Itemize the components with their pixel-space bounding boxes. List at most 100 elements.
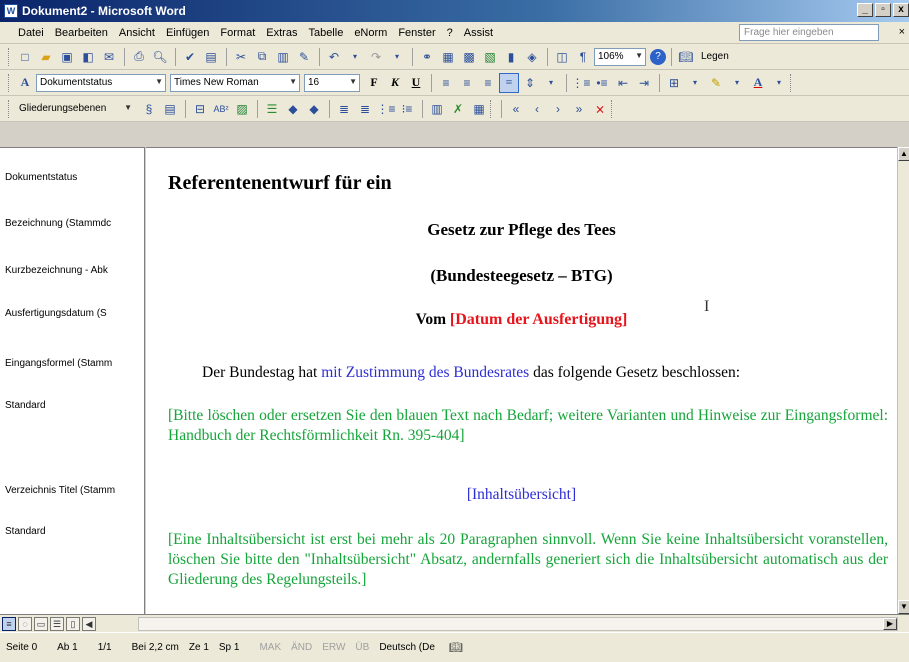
menu-fenster[interactable]: Fenster [398, 27, 435, 39]
heading-style-icon[interactable]: ☰ [262, 99, 282, 119]
first-page-icon[interactable]: « [506, 99, 526, 119]
align-left-icon[interactable]: ≡ [436, 73, 456, 93]
toolbar-grip[interactable] [8, 73, 11, 92]
status-language[interactable]: Deutsch (De [379, 642, 435, 653]
remove-link-icon[interactable]: ⨯ [590, 99, 610, 119]
style-label[interactable]: Ausfertigungsdatum (S [5, 308, 143, 319]
menu-bearbeiten[interactable]: Bearbeiten [55, 27, 108, 39]
toolbar-grip[interactable] [8, 99, 11, 118]
menu-tabelle[interactable]: Tabelle [308, 27, 343, 39]
research-icon[interactable]: ▤ [201, 47, 221, 67]
menu-assist[interactable]: Assist [464, 27, 493, 39]
status-extend[interactable]: ERW [322, 642, 345, 653]
document-title[interactable]: Gesetz zur Pflege des Tees [146, 220, 897, 240]
previous-icon[interactable]: ‹ [527, 99, 547, 119]
scroll-down-icon[interactable]: ▼ [898, 600, 909, 614]
next-icon[interactable]: › [548, 99, 568, 119]
styles-pane-icon[interactable]: A [15, 73, 35, 93]
horizontal-scrollbar[interactable]: ▶ [138, 617, 898, 631]
undo-icon[interactable]: ↶ [324, 47, 344, 67]
copy-icon[interactable]: ⧉ [252, 47, 272, 67]
toolbar-options-icon[interactable] [611, 99, 614, 118]
email-icon[interactable]: ✉ [99, 47, 119, 67]
spelling-status-icon[interactable]: 📖︎ [449, 641, 465, 655]
font-color-dropdown-icon[interactable]: ▾ [769, 73, 789, 93]
date-placeholder[interactable]: [Datum der Ausfertigung] [450, 311, 627, 328]
paragraph-mark-icon[interactable]: § [139, 99, 159, 119]
document-abbreviation[interactable]: (Bundesteegesetz – BTG) [146, 266, 897, 286]
font-select[interactable]: Times New Roman ▼ [170, 73, 300, 92]
format-painter-icon[interactable]: ✎ [294, 47, 314, 67]
status-track-changes[interactable]: ÄND [291, 642, 312, 653]
help-search-input[interactable]: Frage hier eingeben [739, 24, 879, 41]
menu-datei[interactable]: Datei [18, 27, 44, 39]
document-intro[interactable]: Der Bundestag hat mit Zustimmung des Bun… [202, 363, 740, 383]
menu-help[interactable]: ? [447, 27, 453, 39]
font-color-icon[interactable]: A [748, 73, 768, 93]
status-overtype[interactable]: ÜB [355, 642, 369, 653]
show-formatting-icon[interactable]: ¶ [573, 47, 593, 67]
hint-paragraph-2[interactable]: [Eine Inhaltsübersicht ist erst bei mehr… [168, 530, 888, 590]
menu-extras[interactable]: Extras [266, 27, 297, 39]
toc-placeholder[interactable]: [Inhaltsübersicht] [146, 486, 897, 504]
redo-icon[interactable]: ↷ [366, 47, 386, 67]
cross-reference-icon[interactable]: ✗ [448, 99, 468, 119]
line-spacing-icon[interactable]: ⇕ [520, 73, 540, 93]
outline-view-icon[interactable]: ☰ [50, 616, 64, 631]
font-size-select[interactable]: 16 ▼ [304, 73, 360, 92]
new-document-icon[interactable]: □ [15, 47, 35, 67]
style-label[interactable]: Eingangsformel (Stamm [5, 358, 143, 369]
style-label[interactable]: Dokumentstatus [5, 172, 143, 183]
borders-icon[interactable]: ⊞ [664, 73, 684, 93]
style-label[interactable]: Bezeichnung (Stammdc [5, 218, 143, 229]
italic-button[interactable]: K [385, 73, 405, 93]
last-page-icon[interactable]: » [569, 99, 589, 119]
numbering-icon[interactable]: ⋮≡ [571, 73, 591, 93]
field-icon[interactable]: ⊟ [190, 99, 210, 119]
document-date-line[interactable]: Vom [Datum der Ausfertigung] [146, 311, 897, 329]
decrease-indent-icon[interactable]: ⇤ [613, 73, 633, 93]
document-heading[interactable]: Referentenentwurf für ein [168, 172, 392, 195]
style-label[interactable]: Standard [5, 526, 143, 537]
style-select[interactable]: Dokumentstatus ▼ [36, 73, 166, 92]
print-preview-icon[interactable]: 🔍︎ [150, 47, 170, 67]
style-label[interactable]: Standard [5, 400, 143, 411]
line-spacing-dropdown-icon[interactable]: ▾ [541, 73, 561, 93]
close-icon[interactable]: x [893, 3, 909, 17]
tables-borders-icon[interactable]: ▦ [438, 47, 458, 67]
hyperlink-icon[interactable]: ⚭ [417, 47, 437, 67]
justify-icon[interactable]: ≡ [499, 72, 519, 93]
web-view-icon[interactable]: ◌ [18, 616, 32, 631]
align-right-icon[interactable]: ≡ [478, 73, 498, 93]
insert-picture-icon[interactable]: ▨ [232, 99, 252, 119]
style-label[interactable]: Verzeichnis Titel (Stamm [5, 485, 143, 496]
open-folder-icon[interactable]: ▰ [36, 47, 56, 67]
paste-icon[interactable]: ▥ [273, 47, 293, 67]
insert-heading-icon[interactable]: ▤ [160, 99, 180, 119]
bullet-list-icon[interactable]: ⁝≡ [397, 99, 417, 119]
bullets-icon[interactable]: •≡ [592, 73, 612, 93]
print-icon[interactable]: ⎙ [129, 47, 149, 67]
help-icon[interactable]: ? [650, 48, 666, 65]
hint-paragraph-1[interactable]: [Bitte löschen oder ersetzen Sie den bla… [168, 406, 888, 446]
outline-levels-select[interactable]: Gliederungsebenen ▼ [15, 99, 135, 118]
toolbar-options-icon[interactable] [790, 73, 793, 92]
table-format-icon[interactable]: ▦ [469, 99, 489, 119]
read-mode-label[interactable]: Legen [701, 51, 729, 62]
undo-dropdown-icon[interactable]: ▾ [345, 47, 365, 67]
toolbar-grip[interactable] [8, 47, 11, 66]
document-map-icon[interactable]: ◫ [552, 47, 572, 67]
menu-einfuegen[interactable]: Einfügen [166, 27, 209, 39]
numbered-list-icon[interactable]: ⋮≡ [376, 99, 396, 119]
toolbar-options-icon[interactable] [490, 99, 493, 118]
drawing-icon[interactable]: ◈ [522, 47, 542, 67]
restore-icon[interactable]: ▫ [875, 3, 891, 17]
columns-icon[interactable]: ▮ [501, 47, 521, 67]
spelling-icon[interactable]: ✔ [180, 47, 200, 67]
borders-dropdown-icon[interactable]: ▾ [685, 73, 705, 93]
permission-icon[interactable]: ◧ [78, 47, 98, 67]
close-document-icon[interactable]: × [899, 26, 905, 38]
zoom-select[interactable]: 106% ▼ [594, 47, 646, 66]
minimize-icon[interactable]: _ [857, 3, 873, 17]
word-app-icon[interactable]: W [4, 4, 18, 18]
